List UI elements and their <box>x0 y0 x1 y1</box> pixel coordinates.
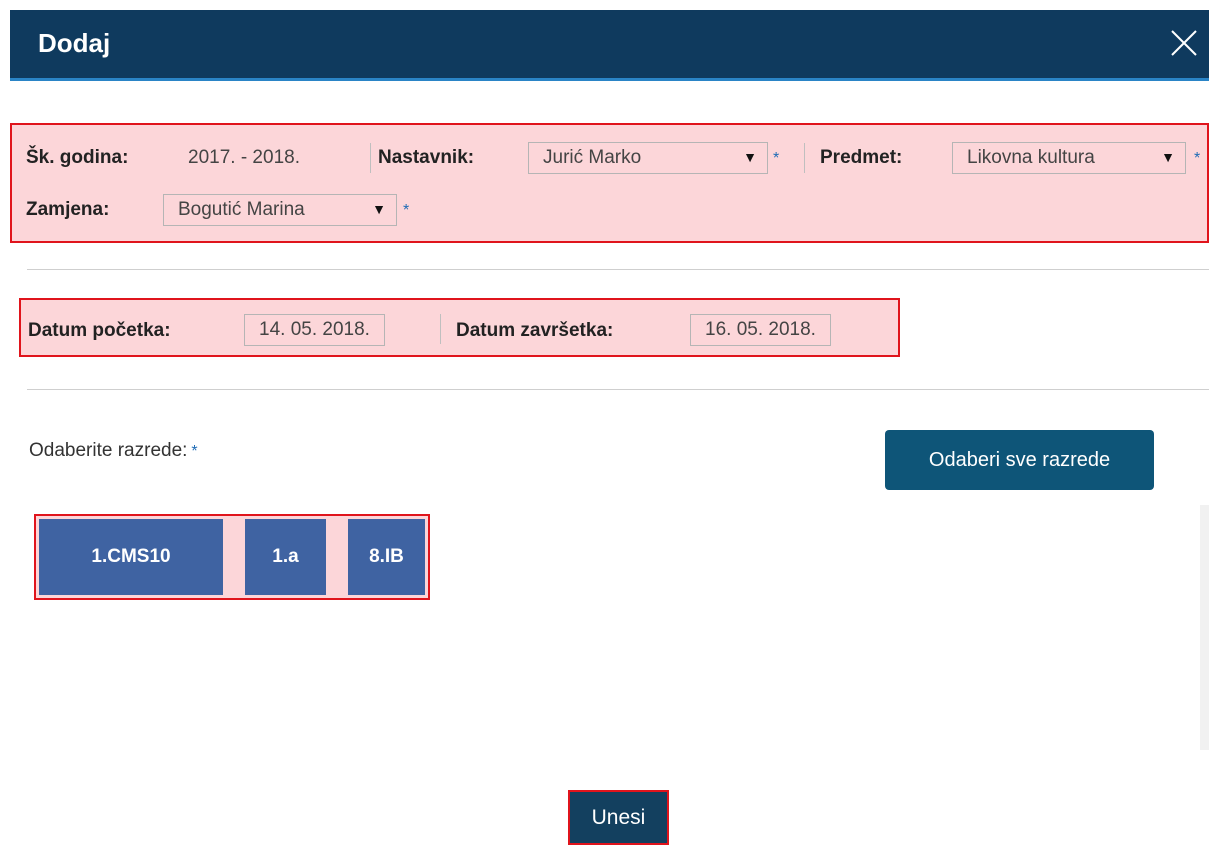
chevron-down-icon: ▼ <box>1161 149 1175 165</box>
substitute-label: Zamjena: <box>26 199 110 220</box>
scrollbar[interactable] <box>1200 505 1209 750</box>
teacher-label: Nastavnik: <box>378 147 475 168</box>
classes-list: 1.CMS10 1.a 8.IB <box>34 514 430 600</box>
subject-select-value: Likovna kultura <box>967 147 1095 168</box>
teacher-select[interactable]: Jurić Marko ▼ <box>528 142 768 174</box>
class-chip[interactable]: 8.IB <box>348 519 425 595</box>
subject-label: Predmet: <box>820 147 903 168</box>
end-date-input[interactable]: 16. 05. 2018. <box>690 314 831 346</box>
dates-panel: Datum početka: 14. 05. 2018. Datum završ… <box>19 298 900 357</box>
classes-prompt-label: Odaberite razrede: <box>29 440 188 461</box>
separator <box>440 314 441 344</box>
end-date-label: Datum završetka: <box>456 320 614 341</box>
school-year-value: 2017. - 2018. <box>188 147 300 168</box>
class-chip[interactable]: 1.CMS10 <box>39 519 223 595</box>
dialog-header: Dodaj <box>10 10 1209 81</box>
chevron-down-icon: ▼ <box>743 149 757 165</box>
school-year-label: Šk. godina: <box>26 147 129 168</box>
divider <box>27 269 1209 270</box>
close-icon[interactable] <box>1169 28 1199 58</box>
separator <box>370 143 371 173</box>
substitute-select-value: Bogutić Marina <box>178 199 305 220</box>
chevron-down-icon: ▼ <box>372 201 386 217</box>
required-star: * <box>403 202 410 219</box>
required-star: * <box>191 443 198 460</box>
class-chip[interactable]: 1.a <box>245 519 326 595</box>
divider <box>27 389 1209 390</box>
select-all-classes-button[interactable]: Odaberi sve razrede <box>885 430 1154 490</box>
substitute-select[interactable]: Bogutić Marina ▼ <box>163 194 397 226</box>
subject-select[interactable]: Likovna kultura ▼ <box>952 142 1186 174</box>
teacher-select-value: Jurić Marko <box>543 147 642 168</box>
required-star: * <box>773 150 780 167</box>
start-date-label: Datum početka: <box>28 320 171 341</box>
dialog-title: Dodaj <box>38 28 111 58</box>
submit-button[interactable]: Unesi <box>568 790 669 845</box>
separator <box>804 143 805 173</box>
classes-prompt: Odaberite razrede: * <box>29 440 198 462</box>
filters-panel: Šk. godina: 2017. - 2018. Nastavnik: Jur… <box>10 123 1209 243</box>
required-star: * <box>1194 150 1201 167</box>
start-date-input[interactable]: 14. 05. 2018. <box>244 314 385 346</box>
